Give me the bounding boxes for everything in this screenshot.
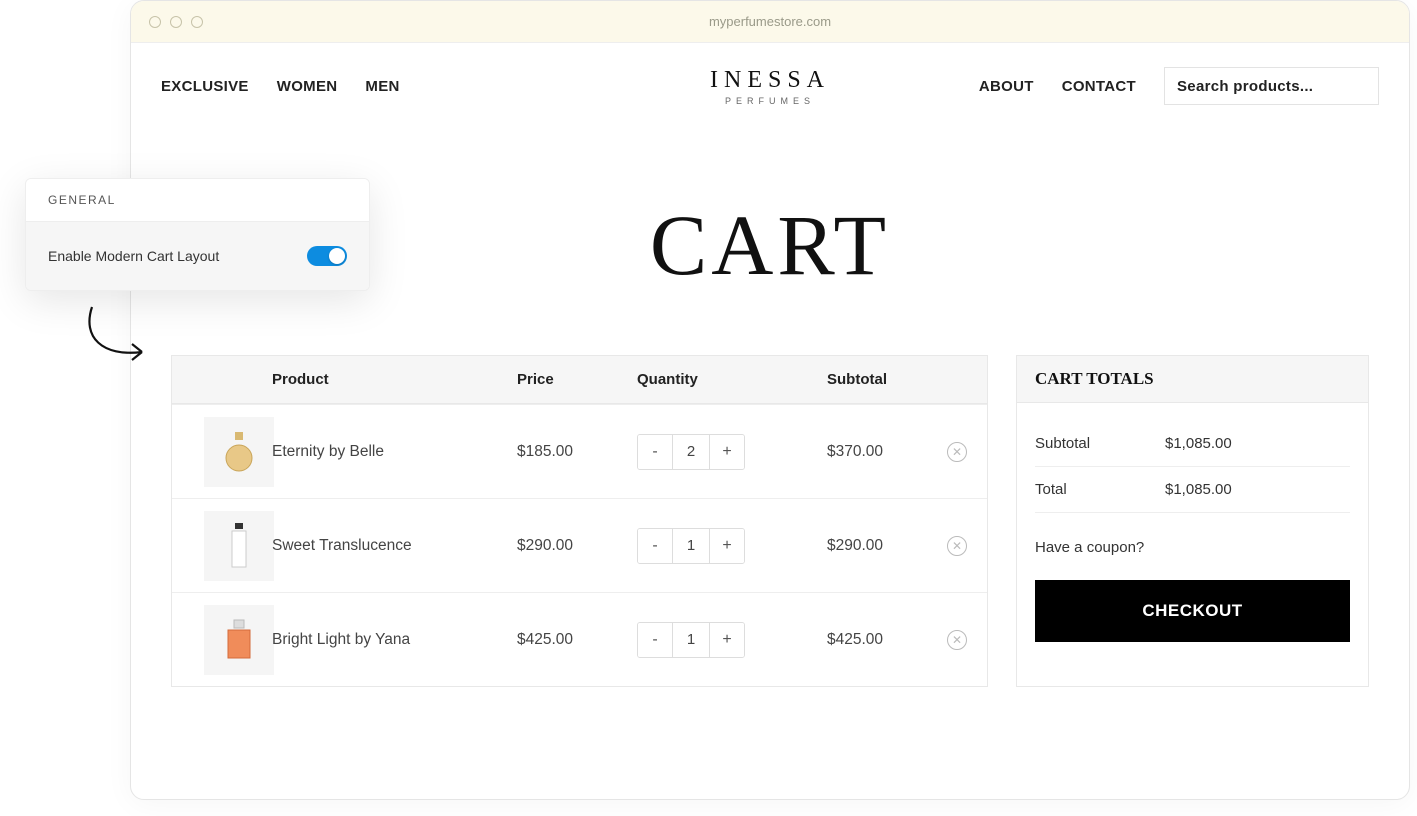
qty-value[interactable]: 2 — [672, 435, 710, 469]
table-row: Eternity by Belle $185.00 - 2 + $370.00 … — [172, 404, 987, 498]
nav-right: ABOUT CONTACT Search products... — [979, 67, 1379, 105]
product-name[interactable]: Eternity by Belle — [272, 443, 517, 461]
product-name[interactable]: Sweet Translucence — [272, 537, 517, 555]
perfume-bottle-icon — [222, 618, 256, 662]
search-placeholder: Search products... — [1177, 78, 1313, 95]
cart-totals-panel: CART TOTALS Subtotal $1,085.00 Total $1,… — [1016, 355, 1369, 687]
perfume-bottle-icon — [228, 521, 250, 571]
totals-subtotal-row: Subtotal $1,085.00 — [1035, 421, 1350, 467]
col-header-price: Price — [517, 371, 637, 388]
cart-totals-heading: CART TOTALS — [1017, 356, 1368, 403]
browser-window: myperfumestore.com EXCLUSIVE WOMEN MEN I… — [130, 0, 1410, 800]
remove-button[interactable]: ✕ — [947, 536, 967, 556]
nav-link-about[interactable]: ABOUT — [979, 78, 1034, 95]
qty-decrement-button[interactable]: - — [638, 435, 672, 469]
product-subtotal: $425.00 — [827, 631, 947, 649]
nav-left: EXCLUSIVE WOMEN MEN — [161, 78, 400, 95]
settings-card: GENERAL Enable Modern Cart Layout — [25, 178, 370, 291]
quantity-stepper: - 1 + — [637, 622, 745, 658]
qty-decrement-button[interactable]: - — [638, 529, 672, 563]
close-icon: ✕ — [952, 445, 962, 459]
table-row: Sweet Translucence $290.00 - 1 + $290.00… — [172, 498, 987, 592]
product-price: $185.00 — [517, 443, 637, 461]
nav-link-men[interactable]: MEN — [365, 78, 399, 95]
col-header-subtotal: Subtotal — [827, 371, 947, 388]
totals-total-row: Total $1,085.00 — [1035, 467, 1350, 513]
subtotal-value: $1,085.00 — [1165, 435, 1232, 452]
product-subtotal: $370.00 — [827, 443, 947, 461]
search-input[interactable]: Search products... — [1164, 67, 1379, 105]
remove-button[interactable]: ✕ — [947, 442, 967, 462]
close-icon: ✕ — [952, 633, 962, 647]
total-value: $1,085.00 — [1165, 481, 1232, 498]
traffic-light-close[interactable] — [149, 16, 161, 28]
qty-decrement-button[interactable]: - — [638, 623, 672, 657]
product-price: $425.00 — [517, 631, 637, 649]
product-thumbnail[interactable] — [204, 511, 274, 581]
cart-table: Product Price Quantity Subtotal Eternity — [171, 355, 988, 687]
traffic-light-zoom[interactable] — [191, 16, 203, 28]
brand-name: INESSA — [710, 67, 830, 94]
product-subtotal: $290.00 — [827, 537, 947, 555]
quantity-stepper: - 2 + — [637, 434, 745, 470]
nav-link-women[interactable]: WOMEN — [277, 78, 338, 95]
qty-value[interactable]: 1 — [672, 623, 710, 657]
nav-link-contact[interactable]: CONTACT — [1062, 78, 1136, 95]
qty-value[interactable]: 1 — [672, 529, 710, 563]
brand-subtitle: PERFUMES — [710, 96, 830, 106]
checkout-button[interactable]: CHECKOUT — [1035, 580, 1350, 642]
coupon-link[interactable]: Have a coupon? — [1035, 539, 1350, 556]
qty-increment-button[interactable]: + — [710, 623, 744, 657]
product-name[interactable]: Bright Light by Yana — [272, 631, 517, 649]
traffic-lights — [149, 16, 203, 28]
col-header-product: Product — [272, 371, 517, 388]
nav-link-exclusive[interactable]: EXCLUSIVE — [161, 78, 249, 95]
close-icon: ✕ — [952, 539, 962, 553]
table-row: Bright Light by Yana $425.00 - 1 + $425.… — [172, 592, 987, 686]
layout-toggle[interactable] — [307, 246, 347, 266]
total-label: Total — [1035, 481, 1105, 498]
traffic-light-minimize[interactable] — [170, 16, 182, 28]
arrow-icon — [72, 302, 172, 382]
qty-increment-button[interactable]: + — [710, 529, 744, 563]
cart-table-head: Product Price Quantity Subtotal — [172, 356, 987, 404]
product-thumbnail[interactable] — [204, 417, 274, 487]
site-header: EXCLUSIVE WOMEN MEN INESSA PERFUMES ABOU… — [131, 43, 1409, 125]
product-thumbnail[interactable] — [204, 605, 274, 675]
toggle-label: Enable Modern Cart Layout — [48, 248, 219, 264]
address-url: myperfumestore.com — [709, 14, 831, 29]
quantity-stepper: - 1 + — [637, 528, 745, 564]
remove-button[interactable]: ✕ — [947, 630, 967, 650]
cart-content: Product Price Quantity Subtotal Eternity — [131, 355, 1409, 687]
product-price: $290.00 — [517, 537, 637, 555]
col-header-quantity: Quantity — [637, 371, 827, 388]
subtotal-label: Subtotal — [1035, 435, 1105, 452]
site-logo[interactable]: INESSA PERFUMES — [710, 67, 830, 106]
qty-increment-button[interactable]: + — [710, 435, 744, 469]
settings-heading: GENERAL — [26, 179, 369, 222]
settings-row: Enable Modern Cart Layout — [26, 222, 369, 290]
perfume-bottle-icon — [222, 430, 256, 474]
browser-title-bar: myperfumestore.com — [131, 1, 1409, 43]
